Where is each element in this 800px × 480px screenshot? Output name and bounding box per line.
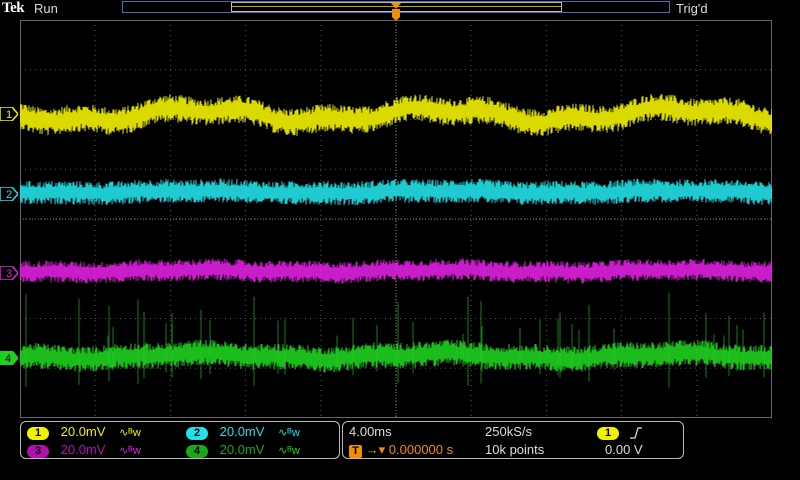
channel-4-ground-marker[interactable]: 4	[0, 350, 19, 366]
channel-settings-panel: 1 20.0mV ∿ᴮw 2 20.0mV ∿ᴮw 3 20.0mV ∿ᴮw 4…	[20, 421, 340, 459]
trigger-source-readout[interactable]: 1	[597, 424, 643, 440]
channel-3-scale: 20.0mV	[60, 442, 106, 457]
timebase-trigger-panel: 4.00ms 250kS/s T →▾ 0.000000 s 10k point…	[342, 421, 684, 459]
channel-3-waveform	[20, 258, 772, 284]
channel-1-scale: 20.0mV	[60, 424, 106, 439]
delay-arrow-icon: →▾	[365, 442, 386, 457]
channel-2-bandwidth-icon: ∿ᴮw	[278, 427, 300, 439]
channel-4-scale: 20.0mV	[219, 442, 265, 457]
channel-3-readout[interactable]: 3 20.0mV ∿ᴮw	[27, 442, 141, 458]
trigger-source-badge: 1	[597, 427, 619, 440]
channel-2-marker-label: 2	[6, 189, 12, 201]
graticule	[20, 20, 772, 418]
channel-2-scale: 20.0mV	[219, 424, 265, 439]
channel-4-badge: 4	[186, 445, 208, 458]
channel-3-marker-label: 3	[6, 268, 12, 280]
channel-2-ground-marker[interactable]: 2	[0, 186, 19, 202]
trigger-delay-value: 0.000000 s	[388, 442, 454, 457]
channel-4-readout[interactable]: 4 20.0mV ∿ᴮw	[186, 442, 300, 458]
channel-1-ground-marker[interactable]: 1	[0, 106, 19, 122]
channel-1-badge: 1	[27, 427, 49, 440]
trigger-delay-readout[interactable]: T →▾ 0.000000 s	[349, 442, 453, 458]
status-bar: Tek Run T Trig'd	[0, 0, 800, 38]
channel-1-bandwidth-icon: ∿ᴮw	[119, 427, 141, 439]
channel-4-marker-label: 4	[5, 353, 11, 365]
channel-1-readout[interactable]: 1 20.0mV ∿ᴮw	[27, 424, 141, 440]
channel-3-ground-marker[interactable]: 3	[0, 265, 19, 281]
trigger-level[interactable]: 0.00 V	[605, 442, 643, 457]
record-length: 10k points	[485, 442, 545, 457]
sample-rate: 250kS/s	[485, 424, 532, 439]
acquisition-run-state[interactable]: Run	[34, 1, 58, 16]
trigger-delay-icon: T	[349, 445, 362, 458]
channel-2-readout[interactable]: 2 20.0mV ∿ᴮw	[186, 424, 300, 440]
horizontal-scale[interactable]: 4.00ms	[349, 424, 392, 439]
rising-edge-icon	[629, 427, 642, 439]
trigger-status: Trig'd	[676, 1, 708, 16]
trigger-position-icon[interactable]	[390, 3, 402, 21]
channel-3-badge: 3	[27, 445, 49, 458]
channel-2-badge: 2	[186, 427, 208, 440]
brand-logo: Tek	[2, 0, 25, 16]
channel-1-marker-label: 1	[6, 109, 12, 121]
channel-3-bandwidth-icon: ∿ᴮw	[119, 445, 141, 457]
channel-4-bandwidth-icon: ∿ᴮw	[278, 445, 300, 457]
